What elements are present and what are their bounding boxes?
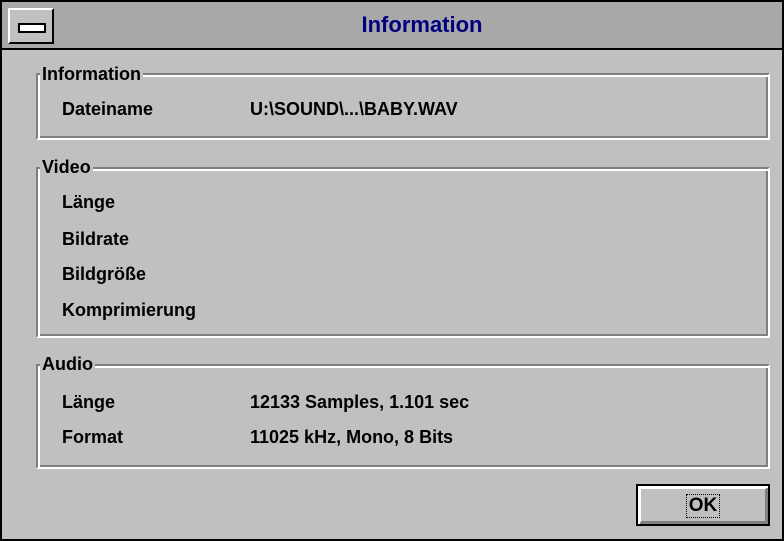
information-group-label: Information (40, 64, 143, 84)
audio-format-value: 11025 kHz, Mono, 8 Bits (250, 427, 454, 447)
title-bar[interactable]: Information (2, 2, 782, 50)
ok-button-label-wrap: OK (638, 494, 768, 518)
ok-button-label: OK (685, 494, 721, 518)
audio-length-label: Länge (62, 392, 116, 412)
audio-length-value: 12133 Samples, 1.101 sec (250, 392, 470, 412)
video-framerate-label: Bildrate (62, 229, 130, 249)
system-menu-button[interactable] (8, 8, 54, 44)
video-group-label: Video (40, 157, 93, 177)
information-dialog: Information Information Dateiname U:\SOU… (0, 0, 784, 541)
filename-label: Dateiname (62, 99, 154, 119)
ok-button[interactable]: OK (636, 484, 770, 526)
video-compression-label: Komprimierung (62, 300, 197, 320)
filename-value: U:\SOUND\...\BABY.WAV (250, 99, 458, 119)
window-title: Information (361, 12, 483, 37)
audio-group-label: Audio (40, 354, 95, 374)
audio-groupbox (36, 364, 770, 469)
video-length-label: Länge (62, 192, 116, 212)
audio-format-label: Format (62, 427, 124, 447)
system-menu-icon (18, 23, 46, 33)
video-framesize-label: Bildgröße (62, 264, 146, 284)
